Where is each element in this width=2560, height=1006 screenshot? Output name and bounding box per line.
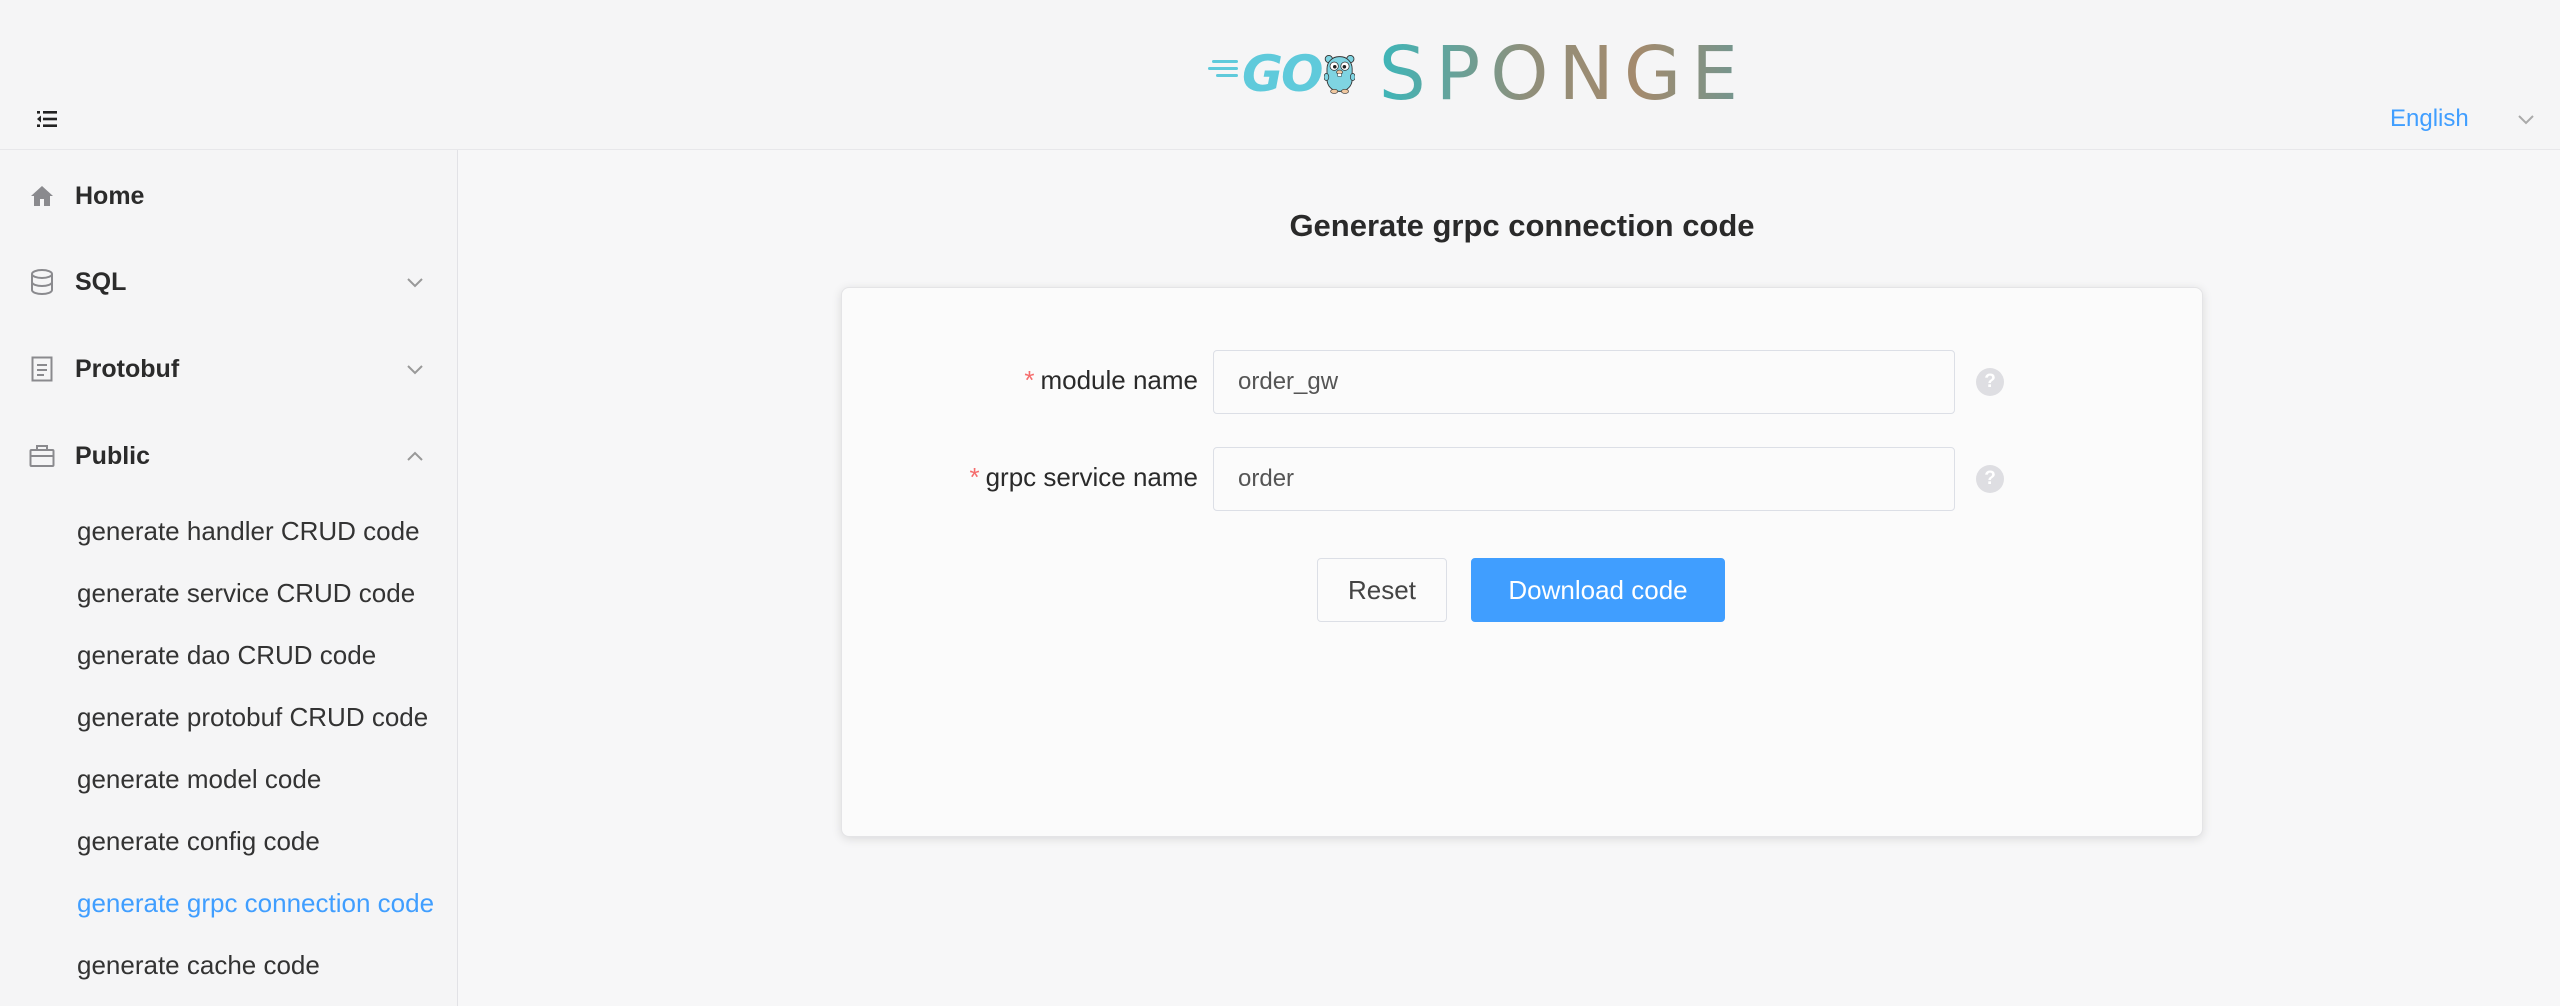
sidebar-item-label: Home xyxy=(75,181,145,210)
module-name-label: * module name xyxy=(798,365,1198,396)
sidebar-subitem-cache[interactable]: generate cache code xyxy=(0,939,457,991)
sidebar-subitem-dao-crud[interactable]: generate dao CRUD code xyxy=(0,629,457,681)
language-select[interactable]: English xyxy=(2390,100,2535,138)
required-asterisk: * xyxy=(969,462,980,492)
sidebar-subitem-handler-crud[interactable]: generate handler CRUD code xyxy=(0,505,457,557)
sidebar-subitem-label: generate protobuf CRUD code xyxy=(77,701,429,732)
chevron-down-icon xyxy=(407,278,423,288)
sidebar-subitem-grpc-connection[interactable]: generate grpc connection code xyxy=(0,877,457,929)
sidebar-subitem-label: generate service CRUD code xyxy=(77,577,416,608)
sidebar-item-public[interactable]: Public xyxy=(0,428,457,484)
database-icon xyxy=(28,268,56,296)
main-content: Generate grpc connection code * module na… xyxy=(458,150,2560,1006)
sidebar-item-home[interactable]: Home xyxy=(0,168,457,224)
sidebar: Home SQL Protobuf Public generate handle… xyxy=(0,150,458,1006)
chevron-up-icon xyxy=(407,451,423,461)
sidebar-subitem-model[interactable]: generate model code xyxy=(0,753,457,805)
reset-button[interactable]: Reset xyxy=(1317,558,1447,622)
question-circle-icon[interactable]: ? xyxy=(1976,368,2004,396)
sidebar-subitem-label: generate config code xyxy=(77,825,320,856)
language-select-value: English xyxy=(2390,105,2469,132)
sidebar-item-label: Public xyxy=(75,441,151,470)
sidebar-item-sql[interactable]: SQL xyxy=(0,254,457,310)
sidebar-subitem-label: generate model code xyxy=(77,763,322,794)
sidebar-subitem-label: generate cache code xyxy=(77,949,320,980)
home-icon xyxy=(28,182,56,210)
form-card: *module name ? *grpc service name ? Rese… xyxy=(841,287,2203,837)
sponge-logo[interactable]: GO SPONGE xyxy=(1208,34,1748,114)
sidebar-item-protobuf[interactable]: Protobuf xyxy=(0,341,457,397)
sidebar-subitem-label: generate grpc connection code xyxy=(77,887,435,918)
chevron-down-icon xyxy=(2518,115,2534,125)
sidebar-subitem-config[interactable]: generate config code xyxy=(0,815,457,867)
logo-go-text: GO xyxy=(1242,45,1324,103)
grpc-service-name-label: * grpc service name xyxy=(798,462,1198,493)
sidebar-subitem-protobuf-crud[interactable]: generate protobuf CRUD code xyxy=(0,691,457,743)
grpc-service-name-input[interactable] xyxy=(1213,447,1955,511)
top-header: GO SPONGE English xyxy=(0,0,2560,150)
grpc-service-name-label-text: grpc service name xyxy=(985,462,1198,492)
document-icon xyxy=(28,355,56,383)
logo-sponge-text: SPONGE xyxy=(1378,31,1748,117)
download-code-button[interactable]: Download code xyxy=(1471,558,1725,622)
sidebar-subitem-label: generate handler CRUD code xyxy=(77,515,420,546)
page-title: Generate grpc connection code xyxy=(1289,208,1755,243)
briefcase-icon xyxy=(28,442,56,470)
sidebar-subitem-service-crud[interactable]: generate service CRUD code xyxy=(0,567,457,619)
module-name-label-text: module name xyxy=(1040,365,1198,395)
module-name-input[interactable] xyxy=(1213,350,1955,414)
menu-fold-icon[interactable] xyxy=(30,104,64,134)
sidebar-item-label: Protobuf xyxy=(75,354,180,383)
sidebar-item-label: SQL xyxy=(75,267,127,296)
gopher-mascot-icon xyxy=(1323,54,1355,94)
required-asterisk: * xyxy=(1024,365,1035,395)
question-circle-icon[interactable]: ? xyxy=(1976,465,2004,493)
sidebar-subitem-label: generate dao CRUD code xyxy=(77,639,377,670)
speed-lines-icon xyxy=(1208,60,1238,77)
chevron-down-icon xyxy=(407,365,423,375)
